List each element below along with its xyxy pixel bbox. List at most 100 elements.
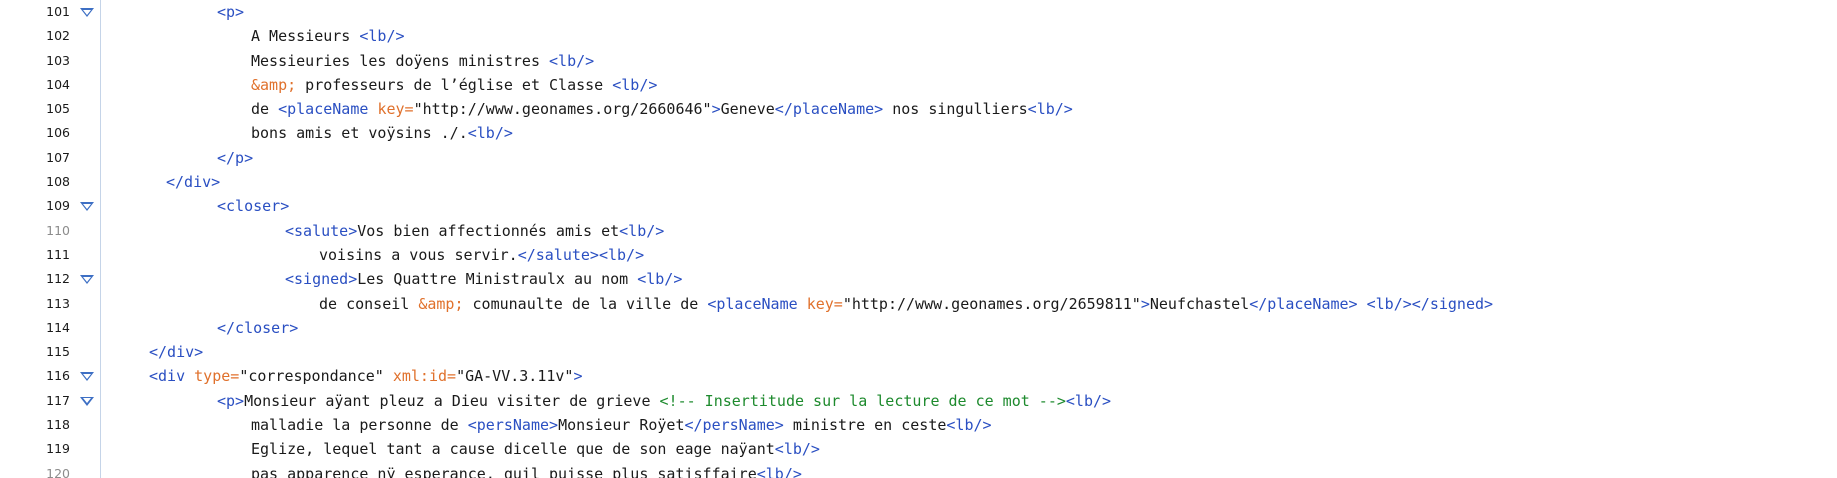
line-number: 112 [46, 271, 70, 287]
code-text: voisins a vous servir.</salute><lb/> [319, 243, 644, 267]
code-line[interactable]: 117 <p>Monsieur aÿant pleuz a Dieu visite… [0, 389, 1837, 413]
xml-attr-value: "http://www.geonames.org/2660646" [413, 100, 712, 119]
code-text: Eglize, lequel tant a cause dicelle que … [251, 437, 820, 461]
editor-lines: 101 <p> 102 A Messieurs <lb/> 103 Messieuries… [0, 0, 1837, 478]
xml-attr-value: "GA-VV.3.11v" [456, 367, 574, 386]
xml-tag: <p> [217, 3, 245, 21]
line-number: 107 [46, 149, 70, 165]
code-line[interactable]: 106 bons amis et voÿsins ./.<lb/> [0, 121, 1837, 145]
code-text: de <placeName key="http://www.geonames.o… [251, 97, 1073, 121]
xml-attribute: type= [194, 367, 240, 386]
text-node: malladie la personne de [251, 416, 468, 435]
code-text: de conseil &amp; comunaulte de la ville … [319, 292, 1493, 316]
code-line[interactable]: 111 voisins a vous servir.</salute><lb/> [0, 243, 1837, 267]
code-text: </p> [217, 146, 253, 170]
text-node: Monsieur Roÿet [558, 416, 685, 435]
code-line[interactable]: 104 &amp; professeurs de l’église et Clas… [0, 73, 1837, 97]
xml-tag: <lb/> [549, 51, 595, 70]
xml-tag: </placeName> [1249, 294, 1358, 313]
line-number: 120 [46, 465, 70, 478]
xml-attr-value: "http://www.geonames.org/2659811" [842, 294, 1141, 313]
text-node: ministre en ceste [783, 416, 947, 435]
text-node: Geneve [720, 100, 775, 119]
xml-tag: </div> [166, 173, 221, 192]
xml-tag: <lb/> [467, 124, 513, 143]
code-line[interactable]: 110 <salute>Vos bien affectionnés amis et… [0, 219, 1837, 243]
fold-toggle-icon[interactable] [80, 8, 94, 17]
line-number: 117 [46, 392, 70, 408]
xml-tag: <lb/> [359, 27, 405, 46]
xml-tag: </salute> [517, 245, 599, 264]
fold-toggle-icon[interactable] [80, 202, 94, 212]
text-node: nos singulliers [883, 100, 1028, 119]
text-node: professeurs de l’église et Classe [296, 75, 613, 94]
xml-tag: </persName> [684, 416, 784, 435]
code-text: pas apparence nÿ esperance, quil puisse … [251, 462, 802, 478]
code-text: &amp; professeurs de l’église et Classe … [251, 73, 657, 97]
xml-tag: > [711, 100, 721, 119]
line-number: 116 [46, 368, 70, 384]
text-node: Messieuries les doÿens ministres [251, 51, 550, 70]
text-node: Vos bien affectionnés amis et [357, 221, 620, 240]
text-node: Neufchastel [1149, 294, 1250, 313]
text-node: pas apparence nÿ esperance, quil puisse … [251, 464, 757, 478]
line-number: 109 [46, 198, 70, 214]
code-line[interactable]: 118 malladie la personne de <persName>Mon… [0, 413, 1837, 437]
xml-attr-value: "correspondance" [239, 367, 384, 386]
code-text: <signed>Les Quattre Ministraulx au nom <… [285, 267, 682, 291]
xml-tag: <persName> [467, 416, 559, 435]
xml-entity: &amp; [418, 294, 464, 313]
xml-attribute: key= [806, 294, 843, 313]
code-line[interactable]: 119 Eglize, lequel tant a cause dicelle q… [0, 437, 1837, 461]
code-line[interactable]: 112 <signed>Les Quattre Ministraulx au no… [0, 267, 1837, 291]
line-number: 101 [46, 4, 70, 19]
xml-tag: <lb/></signed> [1366, 294, 1494, 313]
xml-tag: </p> [217, 148, 254, 167]
xml-code-editor[interactable]: 101 <p> 102 A Messieurs <lb/> 103 Messieuries… [0, 0, 1837, 478]
line-number: 103 [46, 52, 70, 68]
line-number: 104 [46, 76, 70, 92]
text-node: Eglize, lequel tant a cause dicelle que … [251, 440, 775, 459]
line-number: 102 [46, 28, 70, 44]
code-line[interactable]: 108 </div> [0, 170, 1837, 194]
code-text: </div> [166, 170, 220, 194]
code-line[interactable]: 103 Messieuries les doÿens ministres <lb/… [0, 49, 1837, 73]
fold-toggle-icon[interactable] [80, 372, 94, 382]
code-line[interactable]: 105 de <placeName key="http://www.geoname… [0, 97, 1837, 121]
text-node: voisins a vous servir. [319, 245, 518, 264]
fold-toggle-icon[interactable] [80, 396, 94, 406]
xml-tag: <placeName [278, 100, 378, 119]
fold-toggle-icon[interactable] [80, 275, 94, 285]
text-node: A Messieurs [251, 27, 360, 46]
code-text: </div> [149, 340, 203, 364]
xml-attribute: key= [377, 100, 414, 119]
xml-tag: <signed> [285, 270, 358, 289]
code-line[interactable]: 101 <p> [0, 0, 1837, 24]
text-node: de [251, 100, 279, 119]
code-text: A Messieurs <lb/> [251, 24, 405, 48]
line-number: 110 [46, 222, 70, 238]
xml-tag: <placeName [707, 294, 807, 313]
line-number: 111 [46, 246, 70, 262]
text-node: Les Quattre Ministraulx au nom [357, 270, 638, 289]
code-line[interactable]: 120 pas apparence nÿ esperance, quil puis… [0, 462, 1837, 478]
code-line[interactable]: 114 </closer> [0, 316, 1837, 340]
code-line[interactable]: 109 <closer> [0, 194, 1837, 218]
xml-tag: </closer> [217, 318, 299, 337]
line-number: 108 [46, 174, 70, 190]
code-line[interactable]: 113 de conseil &amp; comunaulte de la vil… [0, 292, 1837, 316]
text-node: comunaulte de la ville de [463, 294, 708, 313]
xml-tag: <lb/> [774, 440, 820, 459]
text-node: de conseil [319, 294, 419, 313]
code-line[interactable]: 116 <div type="correspondance" xml:id="GA… [0, 364, 1837, 388]
code-line[interactable]: 102 A Messieurs <lb/> [0, 24, 1837, 48]
xml-tag: <closer> [217, 197, 290, 216]
xml-tag: <lb/> [598, 245, 645, 264]
code-line[interactable]: 107 </p> [0, 146, 1837, 170]
code-line[interactable]: 115 </div> [0, 340, 1837, 364]
line-number: 118 [46, 417, 70, 433]
xml-entity: &amp; [251, 75, 297, 94]
xml-tag: <lb/> [756, 464, 802, 478]
code-text: <p>Monsieur aÿant pleuz a Dieu visiter d… [217, 389, 1111, 413]
line-number: 119 [46, 441, 70, 457]
